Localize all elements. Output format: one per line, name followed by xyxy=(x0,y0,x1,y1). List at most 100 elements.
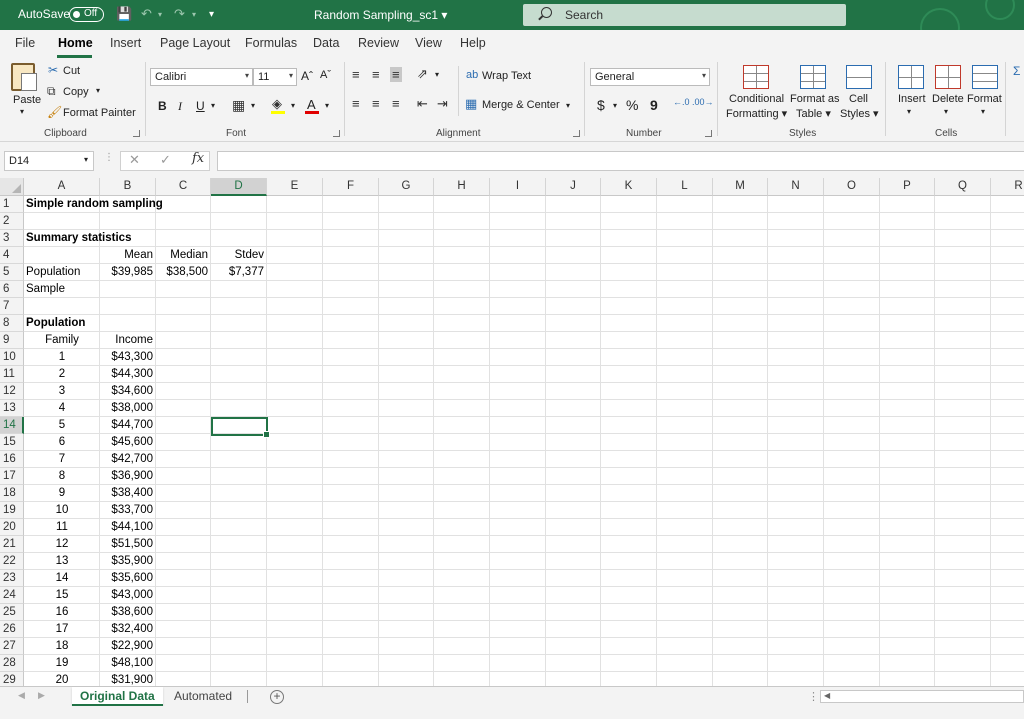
income-cell[interactable]: $44,300 xyxy=(100,366,153,383)
tab-review[interactable]: Review xyxy=(358,36,399,50)
orientation-icon[interactable]: ⇗ xyxy=(417,66,428,82)
copy-icon[interactable]: ⧉ xyxy=(47,84,56,99)
alignment-launcher-icon[interactable] xyxy=(573,130,580,137)
active-cell[interactable] xyxy=(211,417,270,438)
family-cell[interactable]: 12 xyxy=(24,536,100,553)
horizontal-scrollbar[interactable]: ◀ xyxy=(820,690,1024,703)
row-header-2[interactable]: 2 xyxy=(0,213,24,230)
population-mean[interactable]: $39,985 xyxy=(100,264,153,281)
family-cell[interactable]: 8 xyxy=(24,468,100,485)
family-cell[interactable]: 17 xyxy=(24,621,100,638)
scroll-left-icon[interactable]: ◀ xyxy=(824,691,830,700)
orientation-dropdown-icon[interactable]: ▾ xyxy=(435,70,439,79)
cell-styles-label-1[interactable]: Cell xyxy=(849,93,868,105)
row-header-25[interactable]: 25 xyxy=(0,604,24,621)
align-center-icon[interactable]: ≡ xyxy=(372,96,380,111)
autosave-toggle[interactable]: Off xyxy=(69,7,104,22)
wrap-text-icon[interactable]: ab xyxy=(466,69,478,81)
underline-button[interactable]: U xyxy=(196,99,205,113)
copy-dropdown-icon[interactable]: ▾ xyxy=(96,86,100,95)
next-sheet-icon[interactable]: ▶ xyxy=(38,690,45,701)
merge-center-button[interactable]: Merge & Center xyxy=(482,99,560,111)
redo-icon[interactable]: ↷ xyxy=(174,6,185,22)
row-header-10[interactable]: 10 xyxy=(0,349,24,366)
family-cell[interactable]: 16 xyxy=(24,604,100,621)
income-cell[interactable]: $35,600 xyxy=(100,570,153,587)
income-cell[interactable]: $22,900 xyxy=(100,638,153,655)
population-stdev[interactable]: $7,377 xyxy=(211,264,264,281)
sheet-tab-original-data[interactable]: Original Data xyxy=(72,687,163,706)
cut-button[interactable]: Cut xyxy=(63,65,80,77)
column-header-j[interactable]: J xyxy=(546,178,601,196)
column-header-g[interactable]: G xyxy=(379,178,434,196)
row-header-12[interactable]: 12 xyxy=(0,383,24,400)
decrease-decimal-icon[interactable]: .00→ xyxy=(692,97,714,107)
row-header-5[interactable]: 5 xyxy=(0,264,24,281)
column-header-o[interactable]: O xyxy=(824,178,880,196)
population-median[interactable]: $38,500 xyxy=(156,264,208,281)
currency-button[interactable]: $ xyxy=(597,97,605,113)
family-cell[interactable]: 15 xyxy=(24,587,100,604)
column-header-b[interactable]: B xyxy=(100,178,156,196)
row-header-29[interactable]: 29 xyxy=(0,672,24,686)
search-box[interactable]: Search xyxy=(523,4,846,26)
format-cells-button[interactable]: Format xyxy=(967,93,1002,105)
redo-dropdown-icon[interactable]: ▾ xyxy=(192,10,196,19)
delete-dropdown-icon[interactable]: ▾ xyxy=(944,107,948,116)
borders-icon[interactable]: ▦ xyxy=(232,97,245,114)
income-cell[interactable]: $43,300 xyxy=(100,349,153,366)
column-header-l[interactable]: L xyxy=(657,178,713,196)
column-header-f[interactable]: F xyxy=(323,178,379,196)
cancel-icon[interactable]: ✕ xyxy=(129,152,140,168)
column-header-c[interactable]: C xyxy=(156,178,211,196)
paste-dropdown-icon[interactable]: ▾ xyxy=(20,107,24,116)
income-cell[interactable]: $34,600 xyxy=(100,383,153,400)
paste-button[interactable]: Paste xyxy=(13,94,41,106)
income-cell[interactable]: $36,900 xyxy=(100,468,153,485)
family-cell[interactable]: 2 xyxy=(24,366,100,383)
column-header-r[interactable]: R xyxy=(991,178,1024,196)
comma-button[interactable]: 9 xyxy=(650,97,658,113)
prev-sheet-icon[interactable]: ◀ xyxy=(18,690,25,701)
family-cell[interactable]: 20 xyxy=(24,672,100,686)
enter-icon[interactable]: ✓ xyxy=(160,152,171,168)
income-cell[interactable]: $44,700 xyxy=(100,417,153,434)
currency-dropdown-icon[interactable]: ▾ xyxy=(613,101,617,110)
borders-dropdown-icon[interactable]: ▾ xyxy=(251,101,255,110)
row-header-21[interactable]: 21 xyxy=(0,536,24,553)
family-cell[interactable]: 3 xyxy=(24,383,100,400)
row-header-26[interactable]: 26 xyxy=(0,621,24,638)
fill-color-icon[interactable]: ◈ xyxy=(272,96,282,112)
fill-color-dropdown-icon[interactable]: ▾ xyxy=(291,101,295,110)
paste-icon[interactable] xyxy=(11,63,37,91)
family-cell[interactable]: 4 xyxy=(24,400,100,417)
tab-page-layout[interactable]: Page Layout xyxy=(160,36,230,50)
row-header-7[interactable]: 7 xyxy=(0,298,24,315)
decrease-indent-icon[interactable]: ⇤ xyxy=(417,96,428,112)
formula-input[interactable] xyxy=(217,151,1024,171)
delete-cells-icon[interactable] xyxy=(935,65,961,89)
tab-view[interactable]: View xyxy=(415,36,442,50)
bold-button[interactable]: B xyxy=(158,99,167,113)
percent-button[interactable]: % xyxy=(626,97,638,113)
merge-dropdown-icon[interactable]: ▾ xyxy=(566,101,570,110)
row-header-18[interactable]: 18 xyxy=(0,485,24,502)
column-header-h[interactable]: H xyxy=(434,178,490,196)
document-title[interactable]: Random Sampling_sc1 ▾ xyxy=(314,8,447,22)
increase-indent-icon[interactable]: ⇥ xyxy=(437,96,448,112)
row-header-28[interactable]: 28 xyxy=(0,655,24,672)
cell-styles-icon[interactable] xyxy=(846,65,872,89)
row-header-19[interactable]: 19 xyxy=(0,502,24,519)
income-cell[interactable]: $32,400 xyxy=(100,621,153,638)
column-header-e[interactable]: E xyxy=(267,178,323,196)
tab-insert[interactable]: Insert xyxy=(110,36,141,50)
family-header[interactable]: Family xyxy=(24,332,100,349)
format-dropdown-icon[interactable]: ▾ xyxy=(981,107,985,116)
row-header-4[interactable]: 4 xyxy=(0,247,24,264)
family-cell[interactable]: 19 xyxy=(24,655,100,672)
sample-label[interactable]: Sample xyxy=(26,281,65,298)
cut-icon[interactable]: ✂ xyxy=(48,63,58,77)
select-all-button[interactable] xyxy=(0,178,24,196)
row-header-1[interactable]: 1 xyxy=(0,196,24,213)
font-color-button[interactable]: A xyxy=(307,97,316,112)
